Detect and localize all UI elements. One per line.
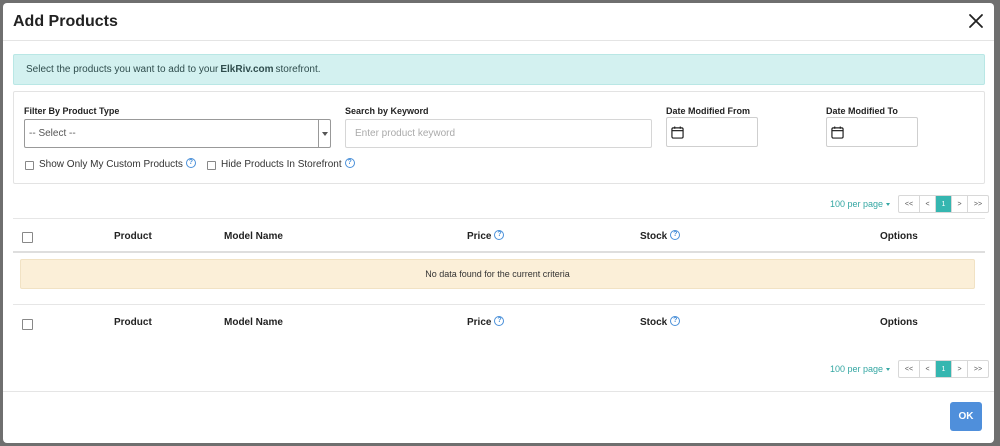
help-icon[interactable]: ? (670, 230, 681, 241)
close-button[interactable] (966, 11, 986, 31)
column-price-label: Price (467, 231, 492, 242)
date-from-input[interactable] (666, 117, 758, 147)
column-stock-label: Stock (640, 317, 668, 328)
column-model-name[interactable]: Model Name (224, 317, 283, 328)
table-header: Product Model Name Price? Stock? Options (13, 218, 985, 252)
column-stock-label: Stock (640, 231, 668, 242)
pagination-top: << < 1 > >> (898, 195, 989, 213)
alert-prefix: Select the products you want to add to y… (26, 64, 219, 75)
per-page-dropdown-bottom[interactable]: 100 per page (830, 364, 890, 374)
header-divider (13, 251, 985, 253)
custom-products-checkbox[interactable] (25, 161, 34, 170)
column-model-name[interactable]: Model Name (224, 231, 283, 242)
help-icon[interactable]: ? (670, 316, 681, 327)
first-page-button[interactable]: << (899, 196, 920, 212)
column-stock[interactable]: Stock? (640, 230, 681, 242)
next-page-button[interactable]: > (952, 196, 968, 212)
hide-products-text: Hide Products In Storefront (221, 159, 342, 170)
alert-suffix: storefront. (275, 64, 321, 75)
close-icon (969, 14, 983, 28)
column-product[interactable]: Product (114, 317, 152, 328)
column-stock[interactable]: Stock? (640, 316, 681, 328)
modal-header: Add Products (3, 3, 994, 41)
date-to-label: Date Modified To (826, 106, 898, 116)
custom-products-label: Show Only My Custom Products? (39, 158, 196, 170)
prev-page-button[interactable]: < (920, 361, 936, 377)
chevron-down-icon (318, 120, 330, 147)
column-options: Options (880, 317, 918, 328)
column-product[interactable]: Product (114, 231, 152, 242)
product-type-select[interactable]: -- Select -- (24, 119, 331, 148)
last-page-button[interactable]: >> (968, 196, 988, 212)
store-name: ElkRiv.com (220, 64, 274, 75)
help-icon[interactable]: ? (494, 316, 505, 327)
add-products-modal: Add Products Select the products you wan… (3, 3, 994, 443)
empty-state-message: No data found for the current criteria (20, 259, 975, 289)
footer-divider (3, 391, 994, 392)
modal-title: Add Products (13, 12, 118, 30)
last-page-button[interactable]: >> (968, 361, 988, 377)
info-alert: Select the products you want to add to y… (13, 54, 985, 85)
page-1-button[interactable]: 1 (936, 361, 952, 377)
calendar-icon (831, 126, 844, 139)
first-page-button[interactable]: << (899, 361, 920, 377)
date-to-input[interactable] (826, 117, 918, 147)
ok-button[interactable]: OK (950, 402, 982, 431)
help-icon[interactable]: ? (494, 230, 505, 241)
custom-products-text: Show Only My Custom Products (39, 159, 183, 170)
next-page-button[interactable]: > (952, 361, 968, 377)
select-all-checkbox[interactable] (22, 232, 33, 243)
hide-products-label: Hide Products In Storefront? (221, 158, 355, 170)
calendar-icon (671, 126, 684, 139)
filter-panel: Filter By Product Type -- Select -- Sear… (13, 91, 985, 184)
pagination-bottom: << < 1 > >> (898, 360, 989, 378)
keyword-label: Search by Keyword (345, 106, 429, 116)
hide-products-checkbox[interactable] (207, 161, 216, 170)
select-all-checkbox-bottom[interactable] (22, 319, 33, 330)
column-price-label: Price (467, 317, 492, 328)
product-type-label: Filter By Product Type (24, 106, 120, 116)
prev-page-button[interactable]: < (920, 196, 936, 212)
keyword-search-input[interactable] (345, 119, 652, 148)
column-price[interactable]: Price? (467, 316, 505, 328)
product-type-value: -- Select -- (29, 128, 76, 139)
help-icon[interactable]: ? (344, 158, 355, 169)
help-icon[interactable]: ? (185, 158, 196, 169)
column-options: Options (880, 231, 918, 242)
table-footer-header: Product Model Name Price? Stock? Options (13, 304, 985, 338)
column-price[interactable]: Price? (467, 230, 505, 242)
per-page-dropdown[interactable]: 100 per page (830, 199, 890, 209)
page-1-button[interactable]: 1 (936, 196, 952, 212)
date-from-label: Date Modified From (666, 106, 751, 116)
